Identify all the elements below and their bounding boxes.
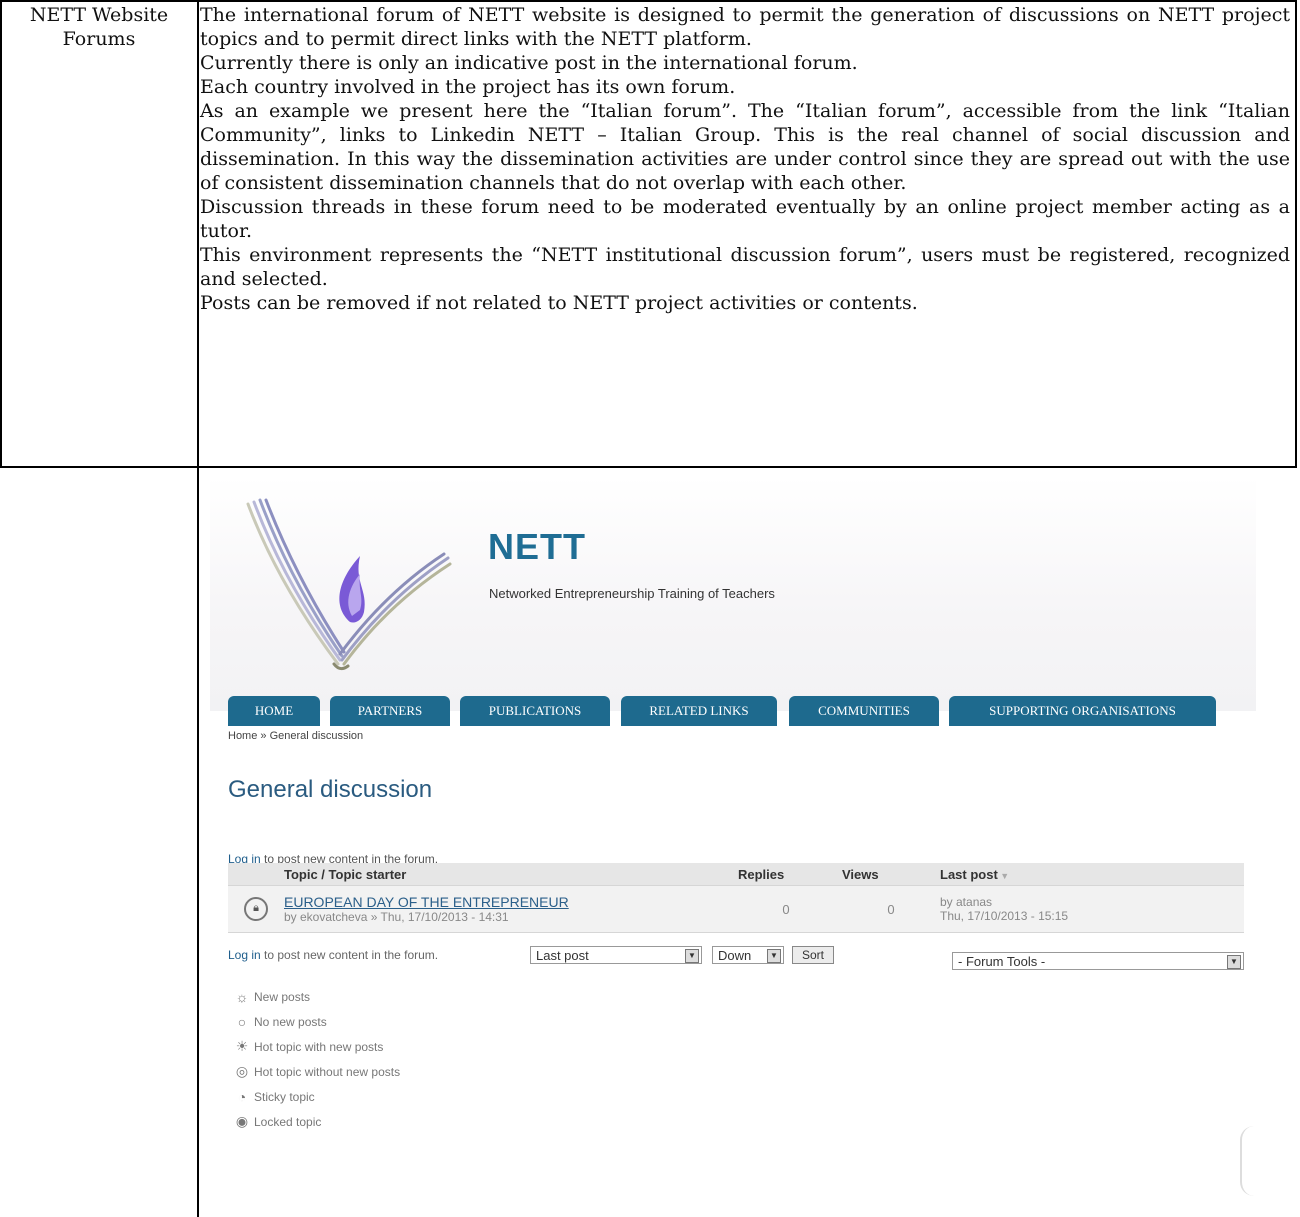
paragraph: The international forum of NETT website … xyxy=(200,4,1290,50)
row-description: The international forum of NETT website … xyxy=(200,3,1290,315)
legend-label: Locked topic xyxy=(254,1114,322,1129)
dropdown-arrow-icon: ▼ xyxy=(1227,955,1241,969)
topic-table: Topic / Topic starter Replies Views Last… xyxy=(228,863,1244,933)
table-right-border xyxy=(1295,0,1297,467)
header-replies[interactable]: Replies xyxy=(730,863,842,886)
legend-item: ◔ Sticky topic xyxy=(232,1084,400,1109)
sort-field-select[interactable]: Last post ▼ xyxy=(530,946,702,964)
paragraph: Posts can be removed if not related to N… xyxy=(200,292,918,314)
header-topic[interactable]: Topic / Topic starter xyxy=(284,863,730,886)
table-top-border xyxy=(0,0,1297,2)
nav-partners[interactable]: PARTNERS xyxy=(330,696,450,726)
last-post-date: Thu, 17/10/2013 - 15:15 xyxy=(940,909,1069,923)
new-posts-icon: ☼ xyxy=(235,988,249,1005)
table-header-row: Topic / Topic starter Replies Views Last… xyxy=(228,863,1244,886)
nav-communities[interactable]: COMMUNITIES xyxy=(789,696,939,726)
hot-topic-new-posts-icon: ☀ xyxy=(235,1038,249,1054)
header-icon-column xyxy=(228,863,284,886)
page-title: General discussion xyxy=(228,776,433,803)
site-title: NETT xyxy=(488,526,586,567)
row-label: NETT Website Forums xyxy=(29,4,169,50)
nav-publications[interactable]: PUBLICATIONS xyxy=(460,696,610,726)
topic-legend: ☼ New posts ○ No new posts ☀ Hot topic with… xyxy=(232,984,401,1134)
nav-related-links[interactable]: RELATED LINKS xyxy=(621,696,777,726)
login-notice-text: to post new content in the forum. xyxy=(260,948,439,962)
header-last-post[interactable]: Last post ▼ xyxy=(940,863,1244,886)
breadcrumb[interactable]: Home » General discussion xyxy=(228,730,363,742)
last-post-author: by atanas xyxy=(940,895,993,909)
legend-item: ☀ Hot topic with new posts xyxy=(232,1034,400,1059)
locked-topic-icon: ◉ xyxy=(235,1113,249,1129)
legend-label: Hot topic with new posts xyxy=(254,1039,384,1054)
topic-status-cell: 🔒︎ xyxy=(228,885,284,933)
page-curl-decoration xyxy=(1240,1126,1258,1196)
legend-label: No new posts xyxy=(254,1014,327,1029)
nav-home[interactable]: HOME xyxy=(228,696,320,726)
forum-tools-value: - Forum Tools - xyxy=(958,954,1046,969)
legend-item: ◉ Locked topic xyxy=(232,1109,400,1134)
paragraph: This environment represents the “NETT in… xyxy=(200,244,1290,290)
legend-label: Sticky topic xyxy=(254,1089,315,1104)
sort-button[interactable]: Sort xyxy=(792,946,834,964)
hot-topic-icon: ◎ xyxy=(235,1063,249,1079)
last-post-cell: by atanas Thu, 17/10/2013 - 15:15 xyxy=(940,885,1244,933)
login-link-bottom[interactable]: Log in xyxy=(228,948,261,962)
header-last-post-label: Last post xyxy=(940,866,998,882)
sort-field-value: Last post xyxy=(536,948,589,963)
paragraph: Discussion threads in these forum need t… xyxy=(200,196,1290,242)
table-row-divider xyxy=(0,466,1297,468)
login-notice-bottom: Log in to post new content in the forum. xyxy=(228,948,438,962)
sort-arrow-icon: ▼ xyxy=(997,870,1010,881)
sort-order-value: Down xyxy=(718,948,752,963)
views-count: 0 xyxy=(842,885,940,933)
legend-item: ◎ Hot topic without new posts xyxy=(232,1059,400,1084)
sticky-topic-icon: ◔ xyxy=(237,1088,247,1105)
paragraph: As an example we present here the “Itali… xyxy=(200,100,1290,194)
replies-count: 0 xyxy=(730,885,842,933)
paragraph: Currently there is only an indicative po… xyxy=(200,52,858,74)
legend-label: Hot topic without new posts xyxy=(254,1064,401,1079)
forum-screenshot: NETT Networked Entrepreneurship Training… xyxy=(210,476,1256,1196)
legend-label: New posts xyxy=(254,989,311,1004)
paragraph: Each country involved in the project has… xyxy=(200,76,736,98)
sort-order-select[interactable]: Down ▼ xyxy=(712,946,784,964)
topic-cell: EUROPEAN DAY OF THE ENTREPRENEUR by ekov… xyxy=(284,885,730,933)
site-subtitle: Networked Entrepreneurship Training of T… xyxy=(489,586,775,601)
dropdown-arrow-icon: ▼ xyxy=(685,949,699,963)
no-new-posts-icon: ○ xyxy=(237,1013,247,1030)
table-row: 🔒︎ EUROPEAN DAY OF THE ENTREPRENEUR by e… xyxy=(228,885,1244,933)
legend-item: ☼ New posts xyxy=(232,984,400,1009)
nav-supporting-organisations[interactable]: SUPPORTING ORGANISATIONS xyxy=(949,696,1216,726)
dropdown-arrow-icon: ▼ xyxy=(767,949,781,963)
topic-link[interactable]: EUROPEAN DAY OF THE ENTREPRENEUR xyxy=(284,894,730,910)
locked-topic-icon: 🔒︎ xyxy=(244,897,268,921)
forum-tools-select[interactable]: - Forum Tools - ▼ xyxy=(952,952,1244,970)
legend-item: ○ No new posts xyxy=(232,1009,400,1034)
nett-logo-icon xyxy=(246,498,452,671)
header-views[interactable]: Views xyxy=(842,863,940,886)
table-column-divider xyxy=(197,0,199,1217)
table-left-border xyxy=(0,0,2,467)
topic-starter: by ekovatcheva » Thu, 17/10/2013 - 14:31 xyxy=(284,910,509,924)
